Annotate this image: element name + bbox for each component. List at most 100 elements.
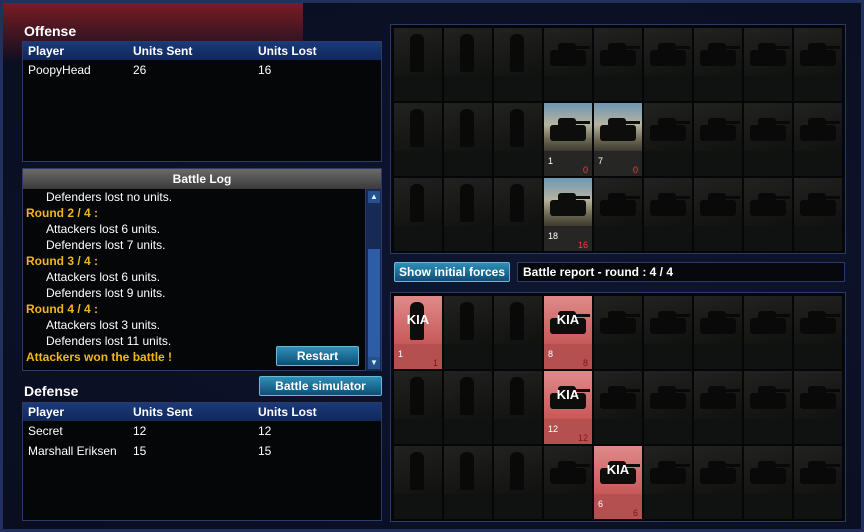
bottom-unit-slot[interactable]: KIA 8 8 [544,296,592,369]
arrow-down-icon[interactable]: ▼ [368,357,380,369]
top-unit-slot[interactable] [794,178,842,251]
top-unit-slot[interactable] [794,103,842,176]
top-unit-slot[interactable] [744,103,792,176]
unit-count: 12 [548,424,559,434]
defense-title: Defense [24,383,79,399]
bottom-unit-slot[interactable]: KIA 1 1 [394,296,442,369]
top-unit-slot[interactable] [394,178,442,251]
top-unit-slot[interactable]: 10 [544,103,592,176]
top-unit-slot[interactable] [644,178,692,251]
top-unit-slot[interactable]: 70 [594,103,642,176]
bottom-unit-slot[interactable] [744,446,792,519]
battle-simulator-button[interactable]: Battle simulator [259,376,382,396]
bottom-unit-slot[interactable] [794,296,842,369]
soldier-icon [494,28,542,76]
battle-log-entry: Defenders lost 9 units. [46,286,166,300]
bottom-unit-slot[interactable] [394,371,442,444]
vehicle-icon [794,296,842,344]
vehicle-icon [744,28,792,76]
soldier-icon [444,178,492,226]
top-unit-slot[interactable] [594,178,642,251]
bottom-unit-slot[interactable] [594,296,642,369]
vehicle-icon [594,28,642,76]
bottom-unit-slot[interactable]: KIA 6 6 [594,446,642,519]
bottom-unit-slot[interactable] [644,371,692,444]
top-unit-slot[interactable] [744,178,792,251]
scroll-thumb[interactable] [368,249,380,359]
top-unit-slot[interactable] [494,178,542,251]
defense-row: Marshall Eriksen 15 15 [23,441,381,461]
top-unit-slot[interactable] [394,28,442,101]
top-unit-slot[interactable] [794,28,842,101]
vehicle-icon [794,28,842,76]
vehicle-icon [694,103,742,151]
battle-log-scrollbar[interactable]: ▲ ▼ [365,189,381,371]
top-unit-slot[interactable] [394,103,442,176]
soldier-icon [394,28,442,76]
soldier-icon [494,296,542,344]
top-unit-slot[interactable] [444,178,492,251]
battle-log-round: Round 3 / 4 : [26,254,98,268]
restart-button[interactable]: Restart [276,346,359,366]
vehicle-icon [544,103,592,151]
bottom-unit-slot[interactable] [494,446,542,519]
defense-units-sent: 15 [133,444,147,458]
bottom-unit-slot[interactable] [394,446,442,519]
bottom-unit-slot[interactable] [444,296,492,369]
top-unit-slot[interactable] [694,178,742,251]
soldier-icon [494,178,542,226]
offense-units-lost: 16 [258,63,272,77]
unit-count: 6 [598,499,604,509]
bottom-unit-slot[interactable] [444,371,492,444]
top-unit-slot[interactable] [444,28,492,101]
vehicle-icon [644,446,692,494]
top-unit-slot[interactable] [694,28,742,101]
bottom-unit-slot[interactable] [544,446,592,519]
unit-count: 1 [548,156,554,166]
unit-count: 8 [548,349,554,359]
vehicle-icon [694,178,742,226]
defense-col-units-lost: Units Lost [258,405,317,419]
bottom-unit-slot[interactable] [744,371,792,444]
bottom-unit-slot[interactable] [644,446,692,519]
top-unit-slot[interactable] [494,28,542,101]
bottom-unit-slot[interactable] [494,371,542,444]
top-unit-slot[interactable] [644,103,692,176]
bottom-unit-slot[interactable] [794,446,842,519]
bottom-unit-slot[interactable] [744,296,792,369]
bottom-unit-slot[interactable] [494,296,542,369]
kia-label: KIA [406,312,430,327]
top-unit-slot[interactable] [744,28,792,101]
top-unit-slot[interactable] [444,103,492,176]
bottom-unit-slot[interactable] [644,296,692,369]
bottom-unit-slot[interactable] [794,371,842,444]
soldier-icon [494,446,542,494]
offense-player: PoopyHead [28,63,91,77]
bottom-unit-slot[interactable] [594,371,642,444]
defense-units-sent: 12 [133,424,147,438]
bottom-unit-slot[interactable] [694,296,742,369]
arrow-up-icon[interactable]: ▲ [368,191,380,203]
top-unit-slot[interactable]: 18 16 [544,178,592,251]
unit-lost-count: 12 [577,433,588,443]
vehicle-icon [644,371,692,419]
top-unit-slot[interactable] [494,103,542,176]
top-unit-slot[interactable] [594,28,642,101]
bottom-unit-slot[interactable]: KIA 12 12 [544,371,592,444]
top-unit-slot[interactable] [544,28,592,101]
soldier-icon [444,296,492,344]
top-unit-slot[interactable] [644,28,692,101]
battle-log-lines[interactable]: Defenders lost no units. Round 2 / 4 : Att… [23,189,365,371]
bottom-unit-slot[interactable] [694,446,742,519]
battle-log-entry: Defenders lost 7 units. [46,238,166,252]
bottom-unit-slot[interactable] [444,446,492,519]
show-initial-forces-button[interactable]: Show initial forces [394,262,510,282]
vehicle-icon [644,178,692,226]
offense-title: Offense [24,23,77,39]
top-unit-slot[interactable] [694,103,742,176]
battle-log-entry: Attackers lost 6 units. [46,222,161,236]
bottom-unit-slot[interactable] [694,371,742,444]
vehicle-icon [694,28,742,76]
vehicle-icon [794,103,842,151]
vehicle-icon [694,446,742,494]
